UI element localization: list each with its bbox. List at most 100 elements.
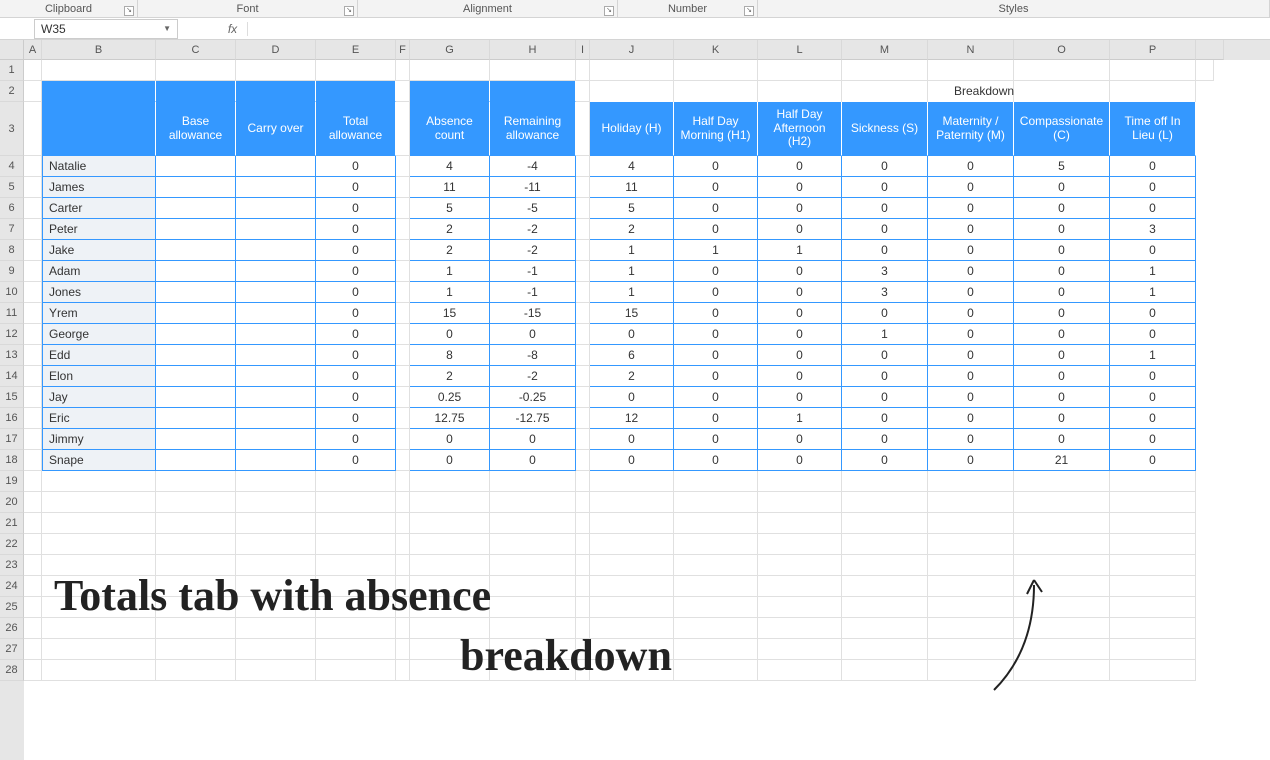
cell[interactable] bbox=[42, 660, 156, 681]
cell-maternity[interactable]: 0 bbox=[928, 429, 1014, 450]
cell-maternity[interactable]: 0 bbox=[928, 387, 1014, 408]
cell[interactable] bbox=[24, 576, 42, 597]
cell-h2[interactable]: 0 bbox=[758, 198, 842, 219]
cell-h1[interactable]: 0 bbox=[674, 198, 758, 219]
cell-absence[interactable]: 0 bbox=[410, 450, 490, 471]
cell-total[interactable]: 0 bbox=[316, 366, 396, 387]
row-head[interactable]: 27 bbox=[0, 639, 24, 660]
cell-sick[interactable]: 0 bbox=[842, 177, 928, 198]
cell[interactable] bbox=[590, 660, 674, 681]
cell[interactable] bbox=[42, 60, 156, 81]
cell[interactable] bbox=[576, 345, 590, 366]
cell-total[interactable]: 0 bbox=[316, 345, 396, 366]
cell-lieu[interactable]: 0 bbox=[1110, 198, 1196, 219]
cell-total[interactable]: 0 bbox=[316, 303, 396, 324]
employee-name[interactable]: Natalie bbox=[42, 156, 156, 177]
cell-base[interactable] bbox=[156, 177, 236, 198]
cell[interactable] bbox=[316, 576, 396, 597]
cell-carry[interactable] bbox=[236, 219, 316, 240]
col-head-D[interactable]: D bbox=[236, 40, 316, 60]
cell-compassionate[interactable]: 0 bbox=[1014, 261, 1110, 282]
cell-maternity[interactable]: 0 bbox=[928, 198, 1014, 219]
cell-h2[interactable]: 0 bbox=[758, 282, 842, 303]
cell-h2[interactable]: 0 bbox=[758, 156, 842, 177]
cell-absence[interactable]: 1 bbox=[410, 282, 490, 303]
cell[interactable] bbox=[316, 492, 396, 513]
cell[interactable] bbox=[156, 597, 236, 618]
cell[interactable] bbox=[758, 534, 842, 555]
cell-h1[interactable]: 0 bbox=[674, 219, 758, 240]
cell-absence[interactable]: 15 bbox=[410, 303, 490, 324]
cell-total[interactable]: 0 bbox=[316, 387, 396, 408]
table-header-absence[interactable]: Absence count bbox=[410, 102, 490, 156]
cell-base[interactable] bbox=[156, 450, 236, 471]
cell[interactable] bbox=[928, 60, 1014, 81]
cell-base[interactable] bbox=[156, 240, 236, 261]
cell[interactable] bbox=[1196, 60, 1214, 81]
cell[interactable] bbox=[396, 177, 410, 198]
cell[interactable] bbox=[490, 492, 576, 513]
col-head-M[interactable]: M bbox=[842, 40, 928, 60]
cell[interactable] bbox=[156, 513, 236, 534]
cell-sick[interactable]: 0 bbox=[842, 198, 928, 219]
cell-lieu[interactable]: 0 bbox=[1110, 387, 1196, 408]
cell-carry[interactable] bbox=[236, 156, 316, 177]
cell[interactable] bbox=[490, 660, 576, 681]
cell-sick[interactable]: 0 bbox=[842, 429, 928, 450]
row-head[interactable]: 17 bbox=[0, 429, 24, 450]
cell-holiday[interactable]: 4 bbox=[590, 156, 674, 177]
cell-h2[interactable]: 0 bbox=[758, 219, 842, 240]
cell-total[interactable]: 0 bbox=[316, 282, 396, 303]
cell[interactable] bbox=[396, 513, 410, 534]
employee-name[interactable]: Elon bbox=[42, 366, 156, 387]
cell[interactable] bbox=[24, 240, 42, 261]
cell-base[interactable] bbox=[156, 324, 236, 345]
cell-carry[interactable] bbox=[236, 408, 316, 429]
cell[interactable] bbox=[842, 492, 928, 513]
cell-absence[interactable]: 0 bbox=[410, 324, 490, 345]
row-head[interactable]: 3 bbox=[0, 102, 24, 156]
cell[interactable] bbox=[396, 618, 410, 639]
cell[interactable] bbox=[396, 408, 410, 429]
col-head-L[interactable]: L bbox=[758, 40, 842, 60]
cell-sick[interactable]: 0 bbox=[842, 345, 928, 366]
cell[interactable] bbox=[590, 597, 674, 618]
select-all-corner[interactable] bbox=[0, 40, 24, 60]
table-header-maternity[interactable]: Maternity / Paternity (M) bbox=[928, 102, 1014, 156]
cell[interactable] bbox=[674, 81, 758, 102]
cell[interactable] bbox=[42, 597, 156, 618]
row-head[interactable]: 14 bbox=[0, 366, 24, 387]
cell-absence[interactable]: 4 bbox=[410, 156, 490, 177]
cell[interactable] bbox=[156, 618, 236, 639]
cell[interactable] bbox=[590, 618, 674, 639]
employee-name[interactable]: Peter bbox=[42, 219, 156, 240]
cell-h1[interactable]: 1 bbox=[674, 240, 758, 261]
cell-base[interactable] bbox=[156, 345, 236, 366]
cell[interactable] bbox=[674, 492, 758, 513]
cell-sick[interactable]: 3 bbox=[842, 261, 928, 282]
cell-maternity[interactable]: 0 bbox=[928, 282, 1014, 303]
cell[interactable] bbox=[316, 618, 396, 639]
cell[interactable] bbox=[24, 81, 42, 102]
table-header-h1[interactable]: Half Day Morning (H1) bbox=[674, 102, 758, 156]
cell[interactable] bbox=[576, 513, 590, 534]
cell[interactable] bbox=[1110, 513, 1196, 534]
cell[interactable] bbox=[842, 618, 928, 639]
cell[interactable] bbox=[674, 471, 758, 492]
cell[interactable] bbox=[236, 576, 316, 597]
cell-h1[interactable]: 0 bbox=[674, 324, 758, 345]
cell[interactable] bbox=[590, 81, 674, 102]
cell[interactable] bbox=[590, 555, 674, 576]
cell[interactable] bbox=[42, 576, 156, 597]
cell[interactable] bbox=[1110, 60, 1196, 81]
cell[interactable] bbox=[396, 303, 410, 324]
cell[interactable] bbox=[576, 492, 590, 513]
cell[interactable] bbox=[758, 81, 842, 102]
cell-absence[interactable]: 2 bbox=[410, 240, 490, 261]
cell[interactable] bbox=[1014, 534, 1110, 555]
employee-name[interactable]: Jones bbox=[42, 282, 156, 303]
cell-lieu[interactable]: 0 bbox=[1110, 366, 1196, 387]
cell-maternity[interactable]: 0 bbox=[928, 303, 1014, 324]
cell[interactable] bbox=[1110, 492, 1196, 513]
row-head[interactable]: 26 bbox=[0, 618, 24, 639]
